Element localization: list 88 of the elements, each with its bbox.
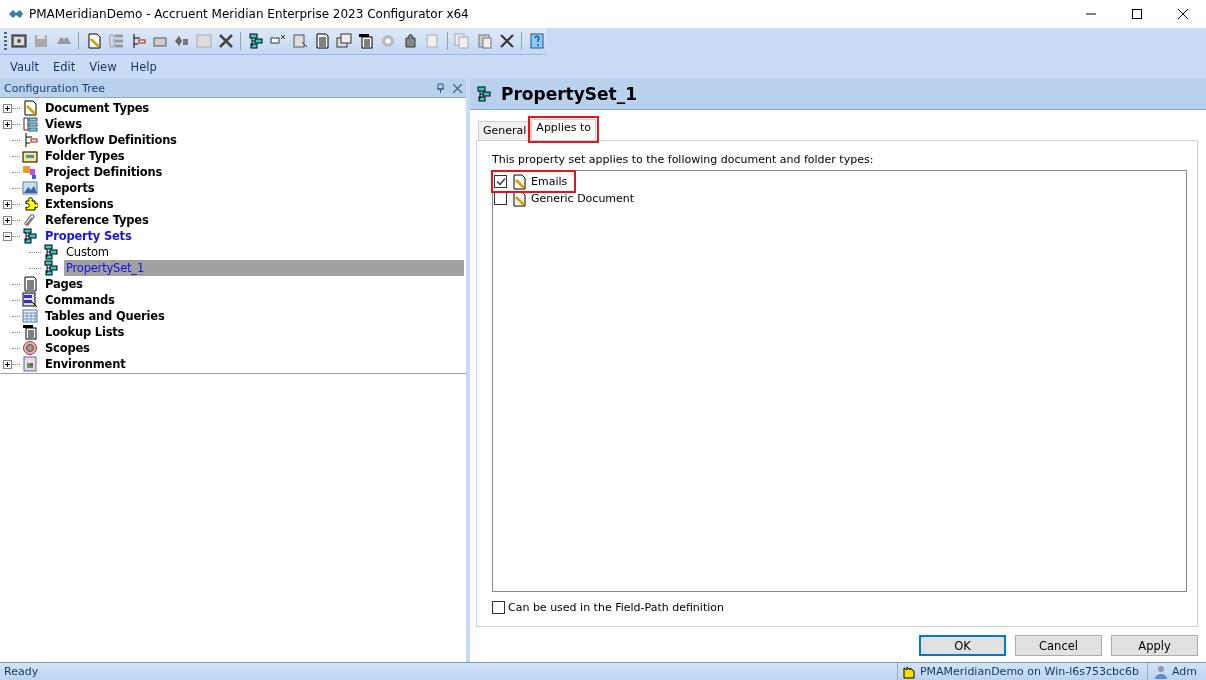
form-icon — [292, 33, 309, 49]
tree-item[interactable]: Tables and Queries — [43, 309, 167, 323]
flowchart-icon — [22, 132, 38, 148]
connection-text: PMAMeridianDemo on Win-l6s753cbc6b — [919, 665, 1139, 678]
type-label: Emails — [531, 175, 568, 188]
panel-title: PropertySet_1 — [501, 84, 638, 104]
hierarchy-icon — [22, 228, 38, 244]
tree-item[interactable]: Workflow Definitions — [43, 133, 179, 147]
page-icon — [22, 276, 38, 292]
copy-icon — [454, 33, 471, 49]
type-label: Generic Document — [531, 192, 635, 205]
folder-icon — [22, 148, 38, 164]
tree-item[interactable]: Views — [43, 117, 84, 131]
save-icon — [33, 33, 50, 49]
tree-item[interactable]: Custom — [64, 245, 111, 259]
list-icon — [22, 116, 38, 132]
paste-icon — [476, 33, 493, 49]
collapse-toggle-icon[interactable] — [3, 231, 12, 241]
user-icon — [1154, 664, 1168, 679]
description-text: This property set applies to the following document and folder types: — [492, 153, 875, 166]
tree-item[interactable]: Scopes — [43, 341, 92, 355]
close-icon — [453, 83, 462, 93]
dialog-button[interactable]: Apply — [1111, 635, 1198, 656]
window-title: PMAMeridianDemo - Accruent Meridian Enterprise 2023 Configurator x64 — [29, 7, 469, 21]
dialog-button[interactable]: Cancel — [1015, 635, 1102, 656]
tree-item[interactable]: Extensions — [43, 197, 116, 211]
maximize-icon — [1132, 9, 1142, 19]
expand-toggle-icon[interactable] — [3, 119, 12, 129]
tree-item[interactable]: Document Types — [43, 101, 151, 115]
expand-toggle-icon[interactable] — [3, 359, 12, 369]
tree-item[interactable]: Reference Types — [43, 213, 151, 227]
vault-icon — [901, 664, 916, 679]
paperclip-icon — [22, 212, 38, 228]
menu-item[interactable]: View — [82, 58, 124, 76]
blocks-icon — [22, 164, 38, 180]
hierarchy-icon — [43, 260, 59, 276]
hierarchy-icon — [476, 86, 492, 102]
app-logo-icon — [8, 8, 24, 20]
document-icon — [85, 33, 102, 49]
safe-icon — [11, 33, 28, 49]
toolbar-button[interactable] — [356, 31, 376, 51]
expand-toggle-icon[interactable] — [3, 199, 12, 209]
menu-item[interactable]: Edit — [46, 58, 83, 76]
page-icon — [314, 33, 331, 49]
list-icon — [107, 33, 124, 49]
hierarchy-icon — [247, 33, 264, 49]
panel-title: Configuration Tree — [4, 81, 106, 95]
list-icon — [22, 324, 38, 340]
expand-toggle-icon[interactable] — [3, 103, 12, 113]
chart-picture-icon — [22, 180, 38, 196]
checkbox[interactable] — [492, 601, 505, 614]
dialog-button[interactable]: OK — [919, 635, 1006, 656]
status-text: Ready — [4, 665, 40, 678]
list-icon — [358, 33, 375, 49]
target-icon — [22, 340, 38, 356]
tab[interactable]: General — [478, 121, 532, 140]
tab[interactable]: Applies to — [531, 119, 596, 140]
expand-toggle-icon[interactable] — [3, 215, 12, 225]
checkbox[interactable] — [494, 175, 507, 188]
tree-item[interactable]: Pages — [43, 277, 85, 291]
tree-item[interactable]: Commands — [43, 293, 117, 307]
gear-icon — [380, 33, 397, 49]
menu-item[interactable]: Help — [123, 58, 164, 76]
checkbox-label: Can be used in the Field-Path definition — [508, 601, 724, 614]
close-icon — [1178, 9, 1188, 19]
help-icon — [528, 33, 545, 49]
document-icon — [511, 173, 527, 190]
toolbar-button[interactable] — [9, 31, 29, 51]
delete-icon — [498, 33, 515, 49]
pin-icon — [436, 83, 445, 93]
tree-item[interactable]: Folder Types — [43, 149, 127, 163]
tree-item[interactable]: Lookup Lists — [43, 325, 127, 339]
window-icon — [22, 356, 38, 372]
tree-item[interactable]: Property Sets — [43, 229, 134, 243]
menu-item[interactable]: Vault — [3, 58, 46, 76]
tree-item[interactable]: Reports — [43, 181, 97, 195]
tree-item[interactable]: Project Definitions — [43, 165, 165, 179]
tree-item[interactable]: PropertySet_1 — [64, 260, 464, 276]
tree-item[interactable]: Environment — [43, 357, 128, 371]
hierarchy-icon — [43, 244, 59, 260]
document-icon — [22, 100, 38, 116]
toolbar-button[interactable] — [246, 31, 266, 51]
user-text: Adm — [1172, 665, 1198, 678]
form-icon — [22, 292, 38, 308]
tools-icon — [217, 33, 234, 49]
windows-icon — [336, 33, 353, 49]
table-icon — [22, 308, 38, 324]
document-icon — [511, 190, 527, 207]
